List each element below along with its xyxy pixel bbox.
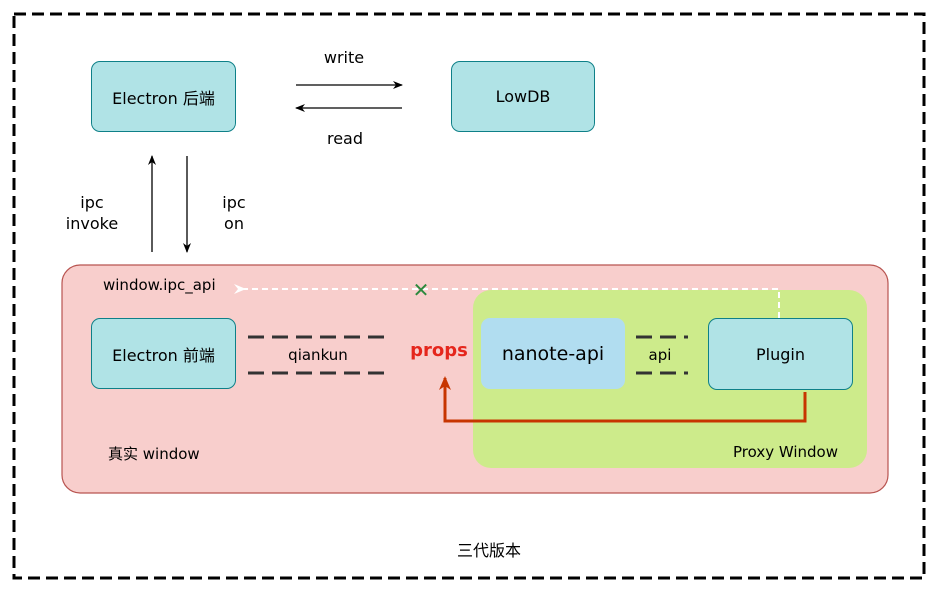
real-window-label: 真实 window bbox=[108, 445, 200, 463]
window-ipc-api-label: window.ipc_api bbox=[103, 276, 216, 294]
qiankun-label: qiankun bbox=[288, 346, 348, 364]
api-label: api bbox=[648, 346, 672, 364]
nanote-api-node: nanote-api bbox=[481, 318, 625, 389]
ipc-on-label: ipc on bbox=[222, 192, 245, 234]
ipc-invoke-label: ipc invoke bbox=[66, 192, 118, 234]
lowdb-node: LowDB bbox=[451, 61, 595, 132]
props-label: props bbox=[410, 340, 468, 361]
ipc-on-line1: ipc bbox=[222, 193, 246, 212]
proxy-window-label: Proxy Window bbox=[733, 443, 838, 461]
plugin-label: Plugin bbox=[756, 344, 805, 364]
ipc-invoke-line2: invoke bbox=[65, 214, 119, 233]
electron-backend-node: Electron 后端 bbox=[91, 61, 236, 132]
ipc-invoke-line1: ipc bbox=[80, 193, 104, 212]
blocked-cross-icon: ✕ bbox=[412, 278, 430, 302]
electron-frontend-node: Electron 前端 bbox=[91, 318, 236, 389]
lowdb-label: LowDB bbox=[495, 87, 551, 106]
electron-backend-label: Electron 后端 bbox=[112, 88, 215, 108]
write-label: write bbox=[323, 48, 365, 67]
ipc-on-line2: on bbox=[224, 214, 244, 233]
read-label: read bbox=[326, 129, 364, 148]
diagram-canvas: Electron 后端 LowDB Electron 前端 nanote-api… bbox=[0, 0, 938, 592]
plugin-node: Plugin bbox=[708, 318, 853, 390]
nanote-api-label: nanote-api bbox=[501, 342, 605, 365]
electron-frontend-label: Electron 前端 bbox=[112, 345, 215, 365]
diagram-caption: 三代版本 bbox=[456, 541, 522, 560]
